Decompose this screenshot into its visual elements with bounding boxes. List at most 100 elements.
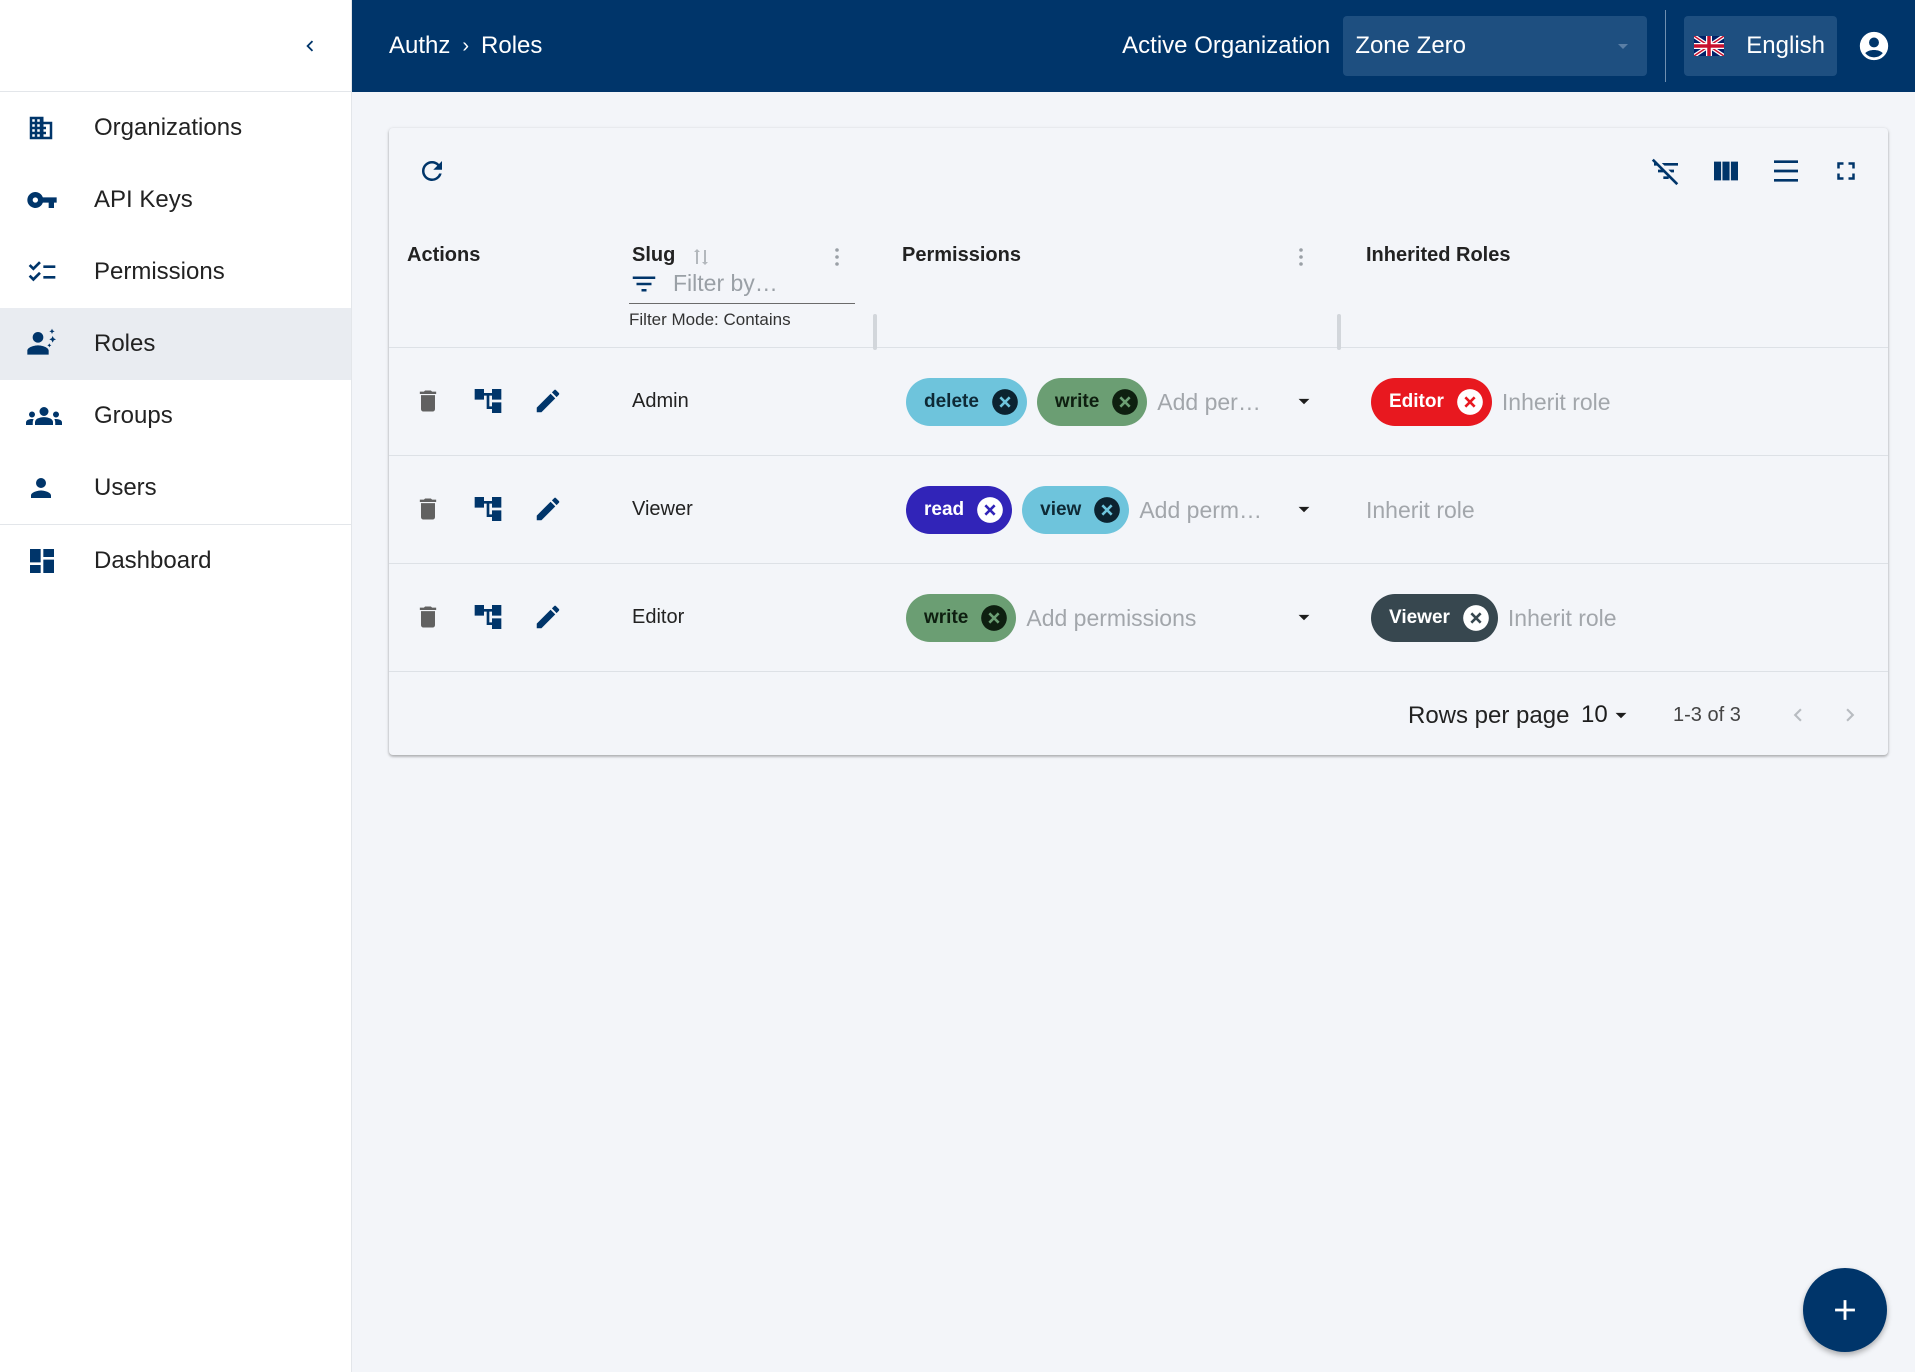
permission-chip[interactable]: view: [1022, 486, 1130, 534]
column-resize-handle[interactable]: [873, 314, 877, 350]
delete-role-button[interactable]: [411, 600, 445, 634]
permission-chip[interactable]: write: [906, 594, 1017, 642]
inherited-role-chip[interactable]: Editor: [1371, 378, 1492, 426]
columns-icon: [1714, 161, 1738, 181]
delete-role-button[interactable]: [411, 492, 445, 526]
key-icon: [0, 184, 94, 216]
building-icon: [0, 113, 94, 143]
account-button[interactable]: [1857, 29, 1891, 63]
inherit-role-input[interactable]: [1507, 604, 1668, 632]
column-header-actions: Actions: [407, 244, 481, 266]
chevron-left-icon: [306, 40, 314, 52]
sidebar-item-permissions[interactable]: Permissions: [0, 236, 351, 308]
slug-filter-field: [629, 264, 855, 304]
sidebar-item-roles[interactable]: Roles: [0, 308, 351, 380]
show-columns-button[interactable]: [1705, 150, 1747, 192]
sidebar-item-groups[interactable]: Groups: [0, 380, 351, 452]
column-header-permissions: Permissions: [902, 244, 1021, 266]
role-hierarchy-button[interactable]: [471, 492, 505, 526]
active-organization-label: Active Organization: [1122, 32, 1331, 59]
sidebar-item-label: Users: [94, 474, 157, 501]
refresh-button[interactable]: [411, 150, 453, 192]
next-page-button[interactable]: [1833, 698, 1867, 732]
role-hierarchy-button[interactable]: [471, 384, 505, 418]
sidebar-item-api-keys[interactable]: API Keys: [0, 164, 351, 236]
sidebar-item-organizations[interactable]: Organizations: [0, 92, 351, 164]
roles-icon: [0, 328, 94, 360]
inherited-roles-field: Editor: [1371, 378, 1662, 426]
language-button[interactable]: English: [1684, 16, 1837, 76]
trash-icon: [419, 606, 437, 628]
column-resize-handle[interactable]: [1337, 314, 1341, 350]
remove-chip-icon[interactable]: [976, 496, 1004, 524]
collapse-sidebar-button[interactable]: [292, 28, 328, 64]
add-permission-input[interactable]: [1026, 604, 1227, 632]
trash-icon: [419, 498, 437, 520]
column-header-inherited-roles: Inherited Roles: [1366, 244, 1511, 266]
active-organization-value: Zone Zero: [1355, 32, 1466, 59]
caret-down-icon: [1618, 44, 1629, 49]
edit-role-button[interactable]: [531, 600, 565, 634]
add-role-button[interactable]: [1803, 1268, 1887, 1352]
role-hierarchy-button[interactable]: [471, 600, 505, 634]
inherited-role-chip[interactable]: Viewer: [1371, 594, 1498, 642]
slug-filter-input[interactable]: [673, 270, 833, 297]
edit-role-button[interactable]: [531, 492, 565, 526]
breadcrumb-root-link[interactable]: Authz: [389, 32, 450, 60]
sidebar-item-label: Roles: [94, 330, 156, 357]
account-circle-icon: [1859, 31, 1889, 61]
inherit-role-input[interactable]: [1366, 496, 1566, 524]
permissions-dropdown-button[interactable]: [1289, 494, 1319, 524]
remove-chip-icon[interactable]: [1462, 604, 1490, 632]
uk-flag-icon: [1694, 36, 1725, 56]
sidebar-item-dashboard[interactable]: Dashboard: [0, 525, 351, 597]
sidebar-item-users[interactable]: Users: [0, 452, 351, 524]
person-icon: [0, 473, 94, 503]
caret-down-icon: [1298, 614, 1310, 621]
plus-icon: [1835, 1300, 1855, 1320]
permission-chip[interactable]: delete: [906, 378, 1027, 426]
rows-per-page-label: Rows per page: [1408, 702, 1570, 729]
permissions-column-menu-icon[interactable]: [1288, 244, 1314, 270]
trash-icon: [419, 390, 437, 412]
add-permission-input[interactable]: [1139, 496, 1270, 524]
table-row: Admin delete write Editor: [389, 348, 1888, 456]
inherited-roles-field: [1366, 486, 1566, 534]
chip-label: view: [1040, 499, 1082, 520]
remove-chip-icon[interactable]: [1093, 496, 1121, 524]
role-slug: Editor: [632, 606, 685, 628]
dashboard-icon: [0, 545, 94, 577]
filter-off-icon: [1651, 158, 1679, 186]
delete-role-button[interactable]: [411, 384, 445, 418]
active-organization-select[interactable]: Zone Zero: [1343, 16, 1648, 76]
permissions-dropdown-button[interactable]: [1289, 386, 1319, 416]
density-button[interactable]: [1765, 150, 1807, 192]
permission-chip[interactable]: read: [906, 486, 1013, 534]
edit-role-button[interactable]: [531, 384, 565, 418]
caret-down-icon: [1298, 506, 1310, 513]
remove-chip-icon[interactable]: [1456, 388, 1484, 416]
inherit-role-input[interactable]: [1501, 388, 1662, 416]
permission-chip[interactable]: write: [1036, 378, 1148, 426]
remove-chip-icon[interactable]: [991, 388, 1019, 416]
previous-page-button[interactable]: [1781, 698, 1815, 732]
clear-filters-button[interactable]: [1645, 150, 1687, 192]
groups-icon: [0, 398, 94, 434]
refresh-icon: [421, 161, 442, 181]
density-icon: [1774, 160, 1798, 182]
permissions-dropdown-button[interactable]: [1289, 602, 1319, 632]
header-divider: [1665, 10, 1667, 82]
table-row: Editor write Viewer: [389, 564, 1888, 672]
inherited-roles-field: Viewer: [1371, 594, 1668, 642]
breadcrumb-separator: ›: [462, 34, 470, 57]
pencil-icon: [536, 497, 560, 521]
fullscreen-button[interactable]: [1825, 150, 1867, 192]
remove-chip-icon[interactable]: [1111, 388, 1139, 416]
remove-chip-icon[interactable]: [980, 604, 1008, 632]
filter-mode-label: Filter Mode: Contains: [629, 310, 791, 329]
caret-down-icon: [1615, 712, 1627, 719]
chevron-right-icon: [1846, 708, 1855, 722]
rows-per-page-select[interactable]: 10: [1581, 698, 1634, 732]
chip-label: write: [1054, 391, 1100, 412]
add-permission-input[interactable]: [1157, 388, 1268, 416]
